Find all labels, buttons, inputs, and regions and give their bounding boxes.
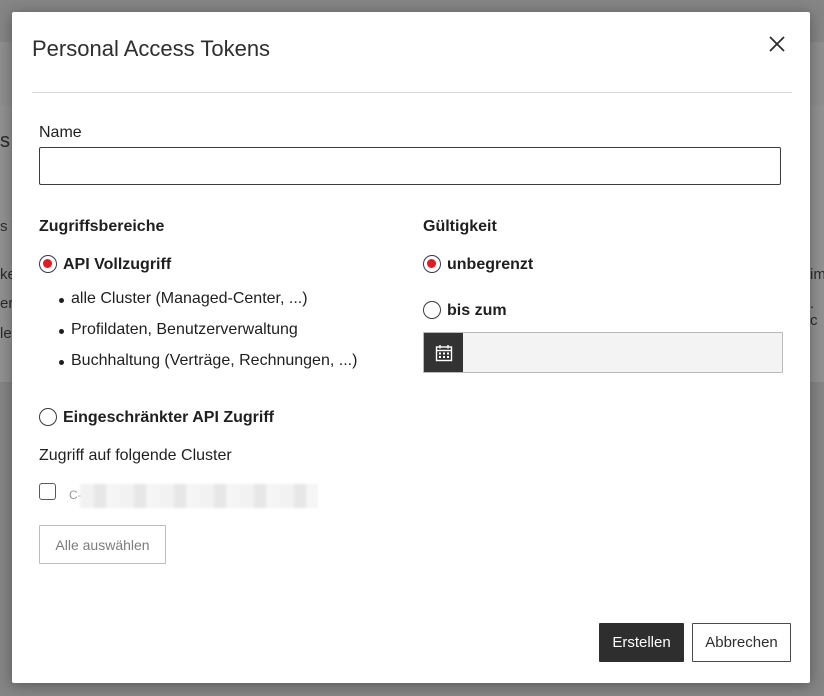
- close-button[interactable]: [765, 32, 789, 56]
- scopes-heading: Zugriffsbereiche: [39, 218, 165, 235]
- dialog-title: Personal Access Tokens: [32, 36, 271, 61]
- cluster-access-label: Zugriff auf folgende Cluster: [39, 447, 232, 464]
- background-text: . c: [810, 295, 818, 329]
- background-text: im: [810, 266, 824, 283]
- list-item: Buchhaltung (Verträge, Rechnungen, ...): [59, 352, 357, 383]
- personal-access-tokens-dialog: Personal Access Tokens Name Zugriffsbere…: [12, 12, 810, 683]
- validity-heading: Gültigkeit: [423, 218, 497, 235]
- list-item: Profildaten, Benutzerverwaltung: [59, 321, 357, 352]
- close-icon: [769, 36, 785, 52]
- background-text: le: [0, 325, 12, 342]
- unlimited-label[interactable]: unbegrenzt: [447, 256, 533, 274]
- full-access-scope-list: alle Cluster (Managed-Center, ...) Profi…: [59, 290, 357, 383]
- calendar-icon: [435, 344, 452, 361]
- until-date-label[interactable]: bis zum: [447, 302, 507, 320]
- full-access-radio[interactable]: [39, 255, 57, 273]
- restricted-access-radio[interactable]: [39, 408, 57, 426]
- unlimited-radio[interactable]: [423, 255, 441, 273]
- date-picker: [423, 332, 786, 374]
- restricted-access-label[interactable]: Eingeschränkter API Zugriff: [63, 409, 274, 427]
- until-date-radio[interactable]: [423, 301, 441, 319]
- list-item: alle Cluster (Managed-Center, ...): [59, 290, 357, 321]
- select-all-button[interactable]: Alle auswählen: [39, 525, 166, 564]
- cluster-checkbox[interactable]: [39, 483, 56, 500]
- header-divider: [32, 92, 792, 93]
- create-button[interactable]: Erstellen: [599, 623, 684, 662]
- calendar-button[interactable]: [424, 333, 463, 372]
- name-input[interactable]: [39, 147, 781, 185]
- cluster-name-redacted: [80, 484, 318, 508]
- background-text: s: [0, 130, 10, 152]
- full-access-label[interactable]: API Vollzugriff: [63, 256, 171, 274]
- name-label: Name: [39, 124, 82, 141]
- cancel-button[interactable]: Abbrechen: [692, 623, 791, 662]
- date-input[interactable]: [464, 333, 786, 374]
